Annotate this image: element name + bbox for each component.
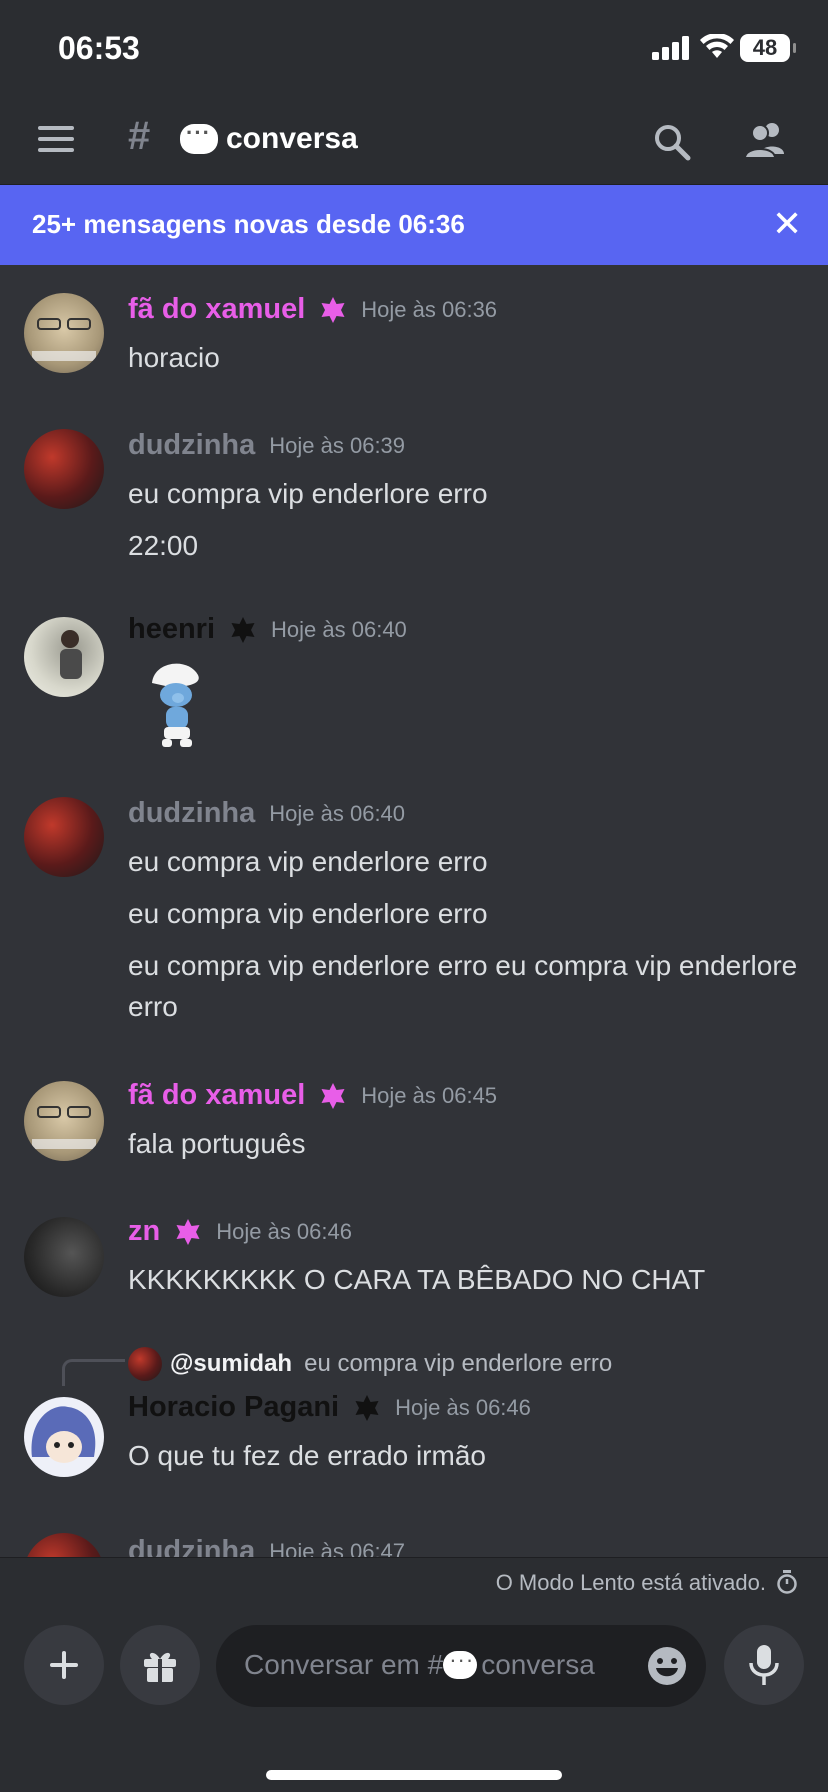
reply-preview[interactable]: @sumidah eu compra vip enderlore erro [128,1347,612,1381]
timestamp: Hoje às 06:40 [269,800,406,826]
channel-header: # conversa [0,96,828,185]
reply-author: @sumidah [170,1350,293,1377]
emoji-icon[interactable] [646,1645,688,1687]
timestamp: Hoje às 06:39 [269,432,406,458]
hamburger-menu-icon[interactable] [38,126,74,152]
avatar[interactable] [24,1397,104,1477]
avatar[interactable] [24,1217,104,1297]
username[interactable]: dudzinha [128,429,255,462]
avatar[interactable] [24,429,104,509]
message-text: O que tu fez de errado irmão [128,1440,486,1471]
reply-text: eu compra vip enderlore erro [304,1350,613,1377]
close-icon[interactable]: ✕ [772,203,802,245]
timer-icon [777,1570,797,1594]
members-icon[interactable] [742,120,788,160]
message-text: KKKKKKKKK O CARA TA BÊBADO NO CHAT [128,1264,706,1295]
timestamp: Hoje às 06:47 [269,1538,406,1558]
avatar[interactable] [24,1533,104,1557]
new-messages-banner[interactable]: 25+ mensagens novas desde 06:36 ✕ [0,185,828,265]
placeholder-prefix: Conversar em # [244,1649,444,1680]
status-time: 06:53 [58,30,140,66]
reply-avatar [128,1347,162,1381]
flower-badge-icon [231,616,255,643]
message-list[interactable]: fã do xamuel Hoje às 06:36 horacio dudzi… [0,265,828,1557]
home-indicator [266,1770,562,1780]
message-text: fala português [128,1128,306,1159]
slowmode-text: O Modo Lento está ativado. [495,1570,766,1595]
search-icon[interactable] [652,122,692,162]
message-input-placeholder: Conversar em # conversa [244,1647,595,1681]
avatar[interactable] [24,797,104,877]
reply-connector [62,1359,125,1386]
timestamp: Hoje às 06:46 [216,1218,352,1244]
avatar[interactable] [24,293,104,373]
signal-icon [652,36,689,60]
smurf-sticker[interactable] [140,655,220,755]
username[interactable]: dudzinha [128,797,255,830]
status-bar: 06:53 48 [0,0,828,96]
message-input[interactable]: Conversar em # conversa [216,1625,706,1707]
channel-title[interactable]: conversa [180,120,358,156]
message-text: 22:00 [128,530,199,561]
microphone-icon [749,1645,779,1685]
flower-badge-icon [321,1082,345,1109]
wifi-icon [700,34,734,58]
username[interactable]: zn [128,1215,160,1248]
message-text: eu compra vip enderlore erro [128,846,488,877]
username[interactable]: dudzinha [128,1535,255,1557]
hash-icon: # [128,114,151,158]
timestamp: Hoje às 06:46 [395,1394,531,1420]
new-messages-text: 25+ mensagens novas desde 06:36 [32,209,465,239]
flower-badge-icon [321,296,345,323]
timestamp: Hoje às 06:45 [361,1082,498,1108]
username[interactable]: fã do xamuel [128,1079,305,1112]
username[interactable]: fã do xamuel [128,293,305,326]
microphone-button[interactable] [724,1625,804,1705]
composer: Conversar em # conversa [0,1607,828,1792]
speech-bubble-icon [180,120,218,154]
username[interactable]: Horacio Pagani [128,1391,339,1424]
timestamp: Hoje às 06:40 [271,616,407,642]
placeholder-channel: conversa [481,1649,595,1680]
message-text: eu compra vip enderlore erro [128,898,488,929]
message-text: eu compra vip enderlore erro eu compra v… [128,950,798,1022]
slowmode-bar: O Modo Lento está ativado. [0,1557,828,1608]
channel-name: conversa [226,122,358,155]
battery-indicator: 48 [740,34,796,62]
message-text: eu compra vip enderlore erro [128,478,488,509]
add-attachment-button[interactable] [24,1625,104,1705]
gift-button[interactable] [120,1625,200,1705]
avatar[interactable] [24,617,104,697]
message-text: horacio [128,342,220,373]
timestamp: Hoje às 06:36 [361,296,498,322]
flower-badge-icon [176,1218,200,1245]
avatar[interactable] [24,1081,104,1161]
gift-icon [144,1652,176,1682]
flower-badge-icon [355,1394,379,1421]
speech-bubble-icon [443,1647,478,1679]
username[interactable]: heenri [128,613,215,646]
